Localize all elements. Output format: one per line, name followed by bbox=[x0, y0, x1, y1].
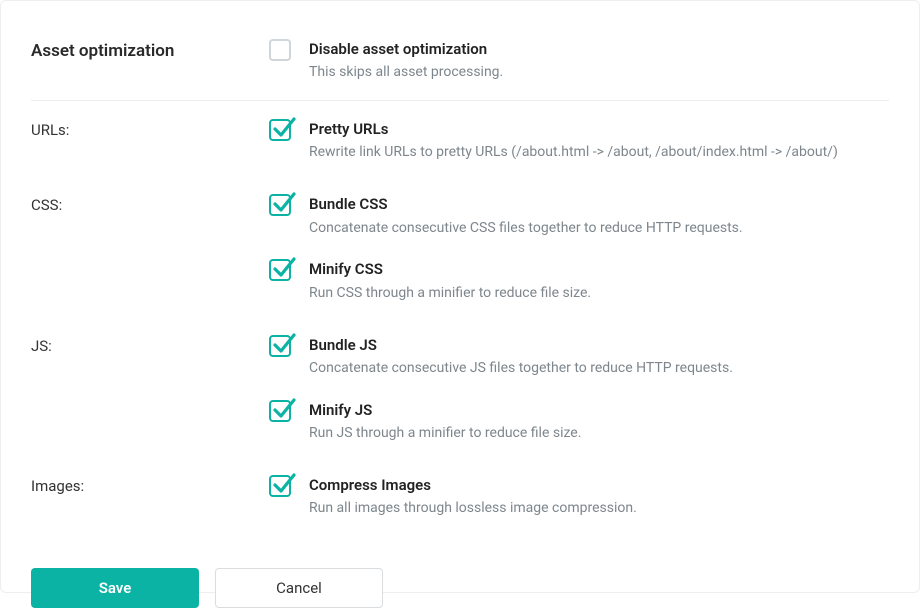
check-icon bbox=[272, 472, 296, 496]
option-row: CSS: Bundle CSS Concatenate consecutive CS… bbox=[31, 176, 889, 251]
option-row: URLs: Pretty URLs Rewrite link URLs to pre… bbox=[31, 101, 889, 176]
option-row: Minify CSS Run CSS through a minifier to … bbox=[31, 251, 889, 316]
section-title: Asset optimization bbox=[31, 41, 174, 61]
option-row: Minify JS Run JS through a minifier to re… bbox=[31, 392, 889, 457]
disable-row: Asset optimization Disable asset optimiz… bbox=[31, 31, 889, 101]
option-desc: Concatenate consecutive CSS files togeth… bbox=[309, 219, 889, 238]
option-desc: Rewrite link URLs to pretty URLs (/about… bbox=[309, 143, 889, 162]
check-icon bbox=[272, 332, 296, 356]
save-button[interactable]: Save bbox=[31, 568, 199, 608]
actions-bar: Save Cancel bbox=[31, 568, 889, 608]
option-title: Minify JS bbox=[309, 400, 889, 420]
cancel-button[interactable]: Cancel bbox=[215, 568, 383, 608]
option-checkbox[interactable] bbox=[269, 475, 291, 497]
option-desc: Run JS through a minifier to reduce file… bbox=[309, 424, 889, 443]
disable-desc: This skips all asset processing. bbox=[309, 63, 889, 82]
disable-checkbox[interactable] bbox=[269, 39, 291, 61]
check-icon bbox=[272, 191, 296, 215]
check-icon bbox=[272, 256, 296, 280]
option-desc: Run all images through lossless image co… bbox=[309, 499, 889, 518]
option-desc: Run CSS through a minifier to reduce fil… bbox=[309, 284, 889, 303]
group-label: Images: bbox=[31, 477, 84, 495]
disable-title: Disable asset optimization bbox=[309, 39, 889, 59]
option-checkbox[interactable] bbox=[269, 335, 291, 357]
option-checkbox[interactable] bbox=[269, 259, 291, 281]
option-checkbox[interactable] bbox=[269, 400, 291, 422]
option-checkbox[interactable] bbox=[269, 194, 291, 216]
option-title: Compress Images bbox=[309, 475, 889, 495]
option-checkbox[interactable] bbox=[269, 119, 291, 141]
group-label: URLs: bbox=[31, 121, 69, 139]
option-desc: Concatenate consecutive JS files togethe… bbox=[309, 359, 889, 378]
settings-card: Asset optimization Disable asset optimiz… bbox=[0, 0, 920, 593]
option-title: Bundle CSS bbox=[309, 194, 889, 214]
option-title: Pretty URLs bbox=[309, 119, 889, 139]
option-row: JS: Bundle JS Concatenate consecutive JS f… bbox=[31, 317, 889, 392]
group-label: JS: bbox=[31, 337, 52, 355]
option-title: Bundle JS bbox=[309, 335, 889, 355]
check-icon bbox=[272, 116, 296, 140]
option-title: Minify CSS bbox=[309, 259, 889, 279]
group-label: CSS: bbox=[31, 196, 62, 214]
option-row: Images: Compress Images Run all images thr… bbox=[31, 457, 889, 532]
check-icon bbox=[272, 397, 296, 421]
